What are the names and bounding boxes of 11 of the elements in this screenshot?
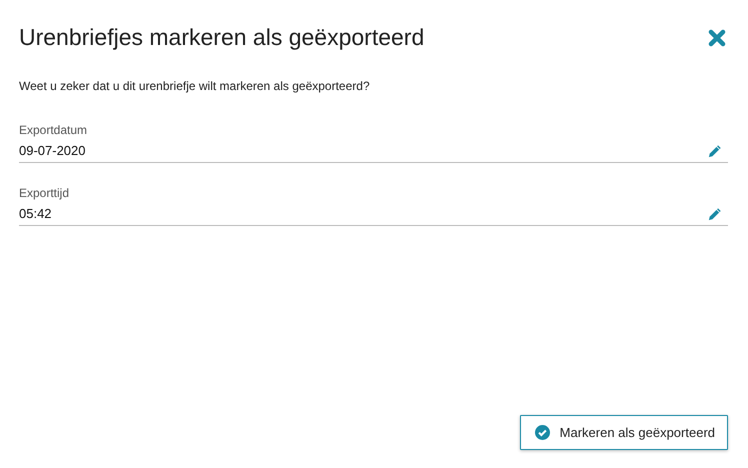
dialog-title: Urenbriefjes markeren als geëxporteerd <box>19 24 424 51</box>
confirm-button[interactable]: Markeren als geëxporteerd <box>520 415 728 450</box>
field-label: Exportdatum <box>19 123 88 137</box>
close-icon[interactable] <box>708 28 726 46</box>
input-field[interactable]: 05:42 <box>19 204 708 224</box>
confirmation-message: Weet u zeker dat u dit urenbriefje wilt markeren als geëxporteerd? <box>19 79 371 93</box>
check-circle-icon <box>534 425 550 440</box>
input-field[interactable]: 09-07-2020 <box>19 140 708 160</box>
field-label: Exporttijd <box>19 186 70 200</box>
pencil-icon[interactable] <box>708 144 722 158</box>
pencil-icon[interactable] <box>708 206 722 220</box>
